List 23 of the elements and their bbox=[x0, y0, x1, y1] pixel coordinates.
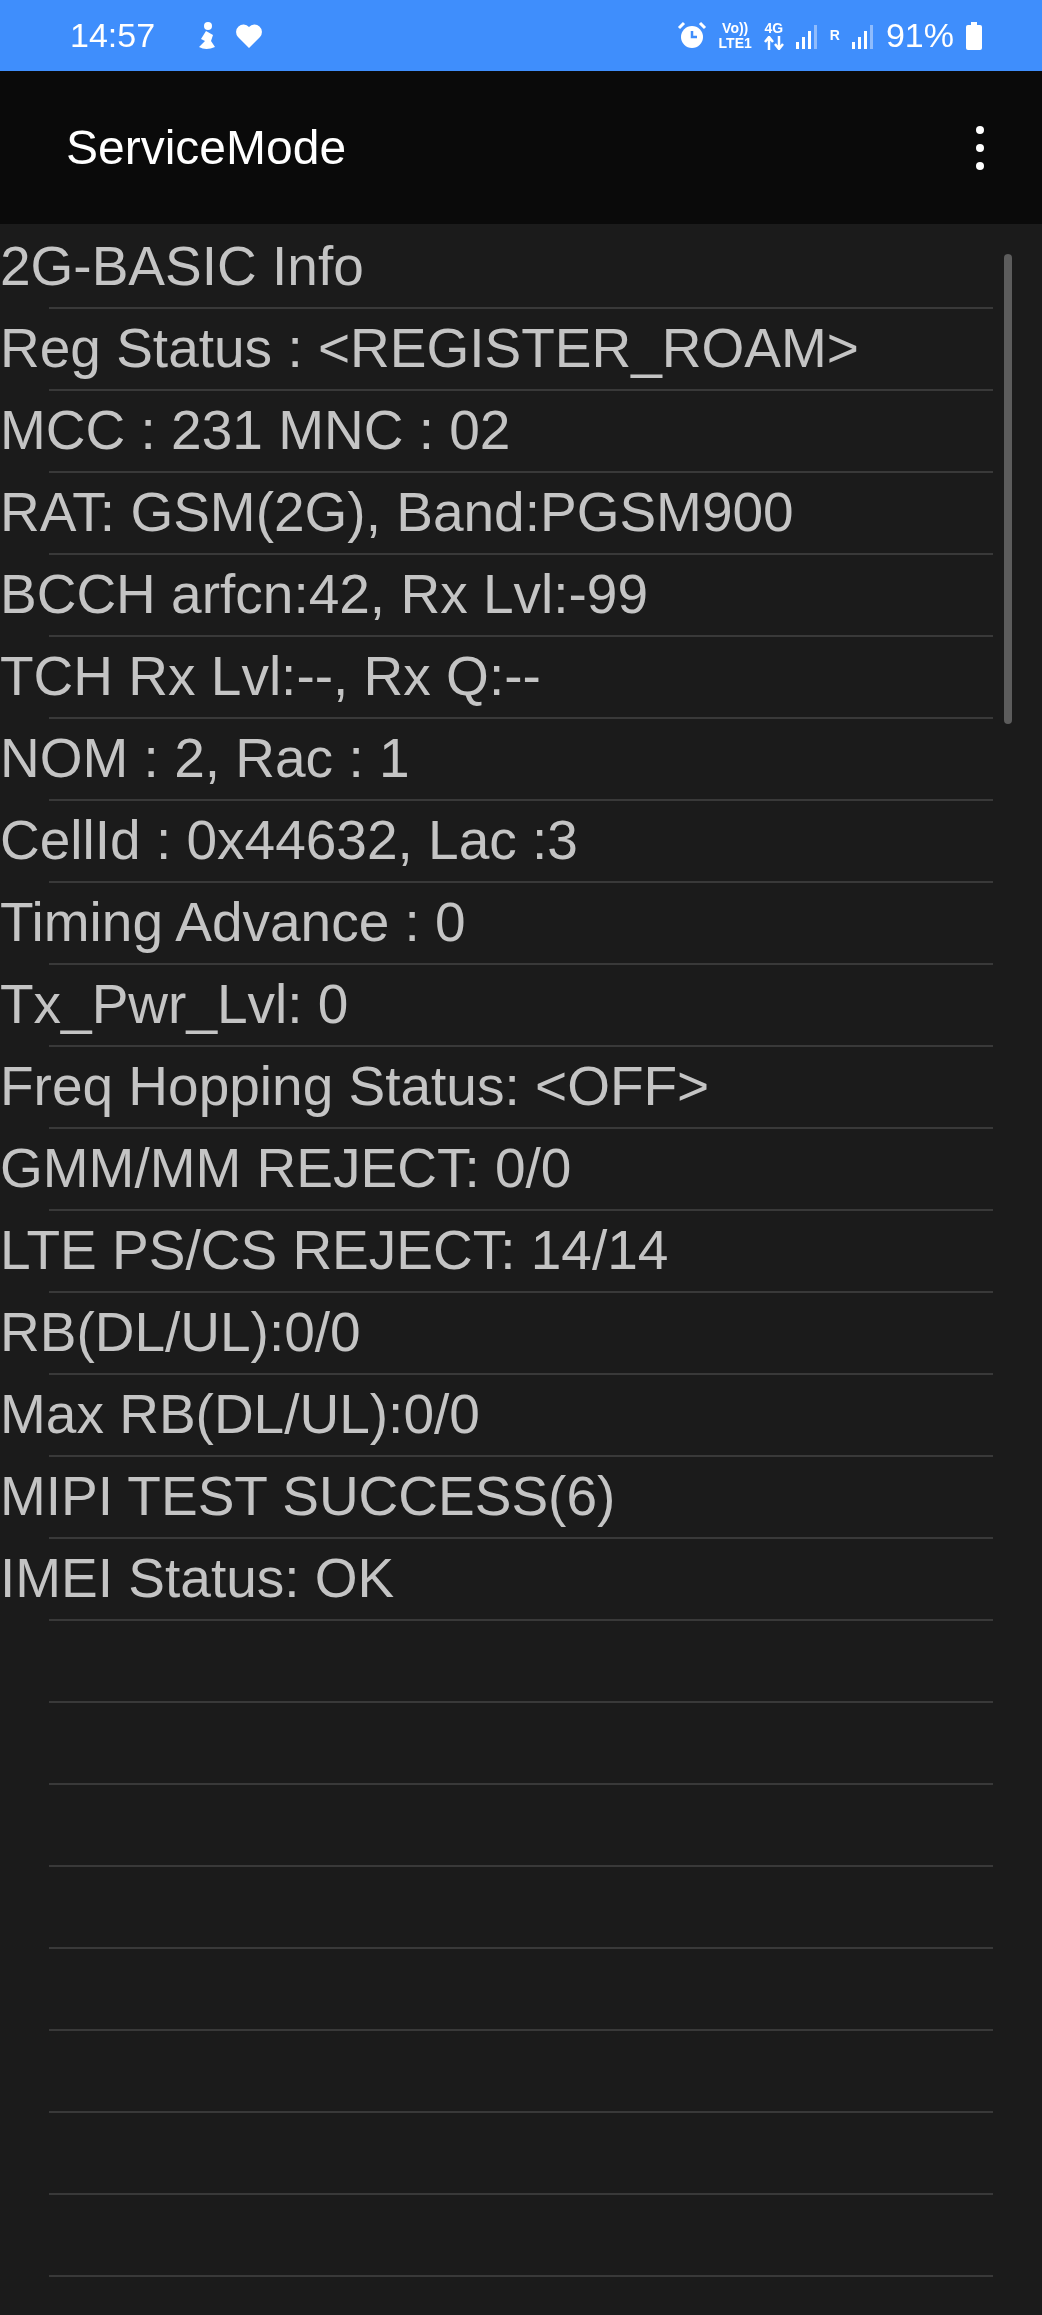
info-line: Tx_Pwr_Lvl: 0 bbox=[0, 976, 349, 1032]
alarm-icon bbox=[676, 20, 707, 51]
info-line: IMEI Status: OK bbox=[0, 1550, 395, 1606]
more-icon bbox=[976, 125, 984, 170]
info-line: BCCH arfcn:42, Rx Lvl:-99 bbox=[0, 566, 648, 622]
network-indicator: 4G bbox=[763, 21, 784, 50]
signal-icon bbox=[795, 22, 818, 49]
signal-icon bbox=[851, 22, 874, 49]
info-line: MCC : 231 MNC : 02 bbox=[0, 402, 511, 458]
app-title: ServiceMode bbox=[66, 120, 348, 175]
info-line: GMM/MM REJECT: 0/0 bbox=[0, 1140, 572, 1196]
info-line: NOM : 2, Rac : 1 bbox=[0, 730, 410, 786]
battery-icon bbox=[966, 21, 982, 50]
info-line: 2G-BASIC Info bbox=[0, 238, 364, 294]
info-line: LTE PS/CS REJECT: 14/14 bbox=[0, 1222, 669, 1278]
battery-percent: 91% bbox=[885, 16, 954, 55]
status-time: 14:57 bbox=[70, 16, 156, 55]
roaming-indicator: R bbox=[829, 28, 840, 43]
volte-indicator: Vo)) LTE1 bbox=[718, 20, 752, 51]
data-arrows-icon bbox=[763, 36, 784, 50]
heart-icon bbox=[235, 22, 264, 49]
info-line: TCH Rx Lvl:--, Rx Q:-- bbox=[0, 648, 541, 704]
info-line: CellId : 0x44632, Lac :3 bbox=[0, 812, 578, 868]
